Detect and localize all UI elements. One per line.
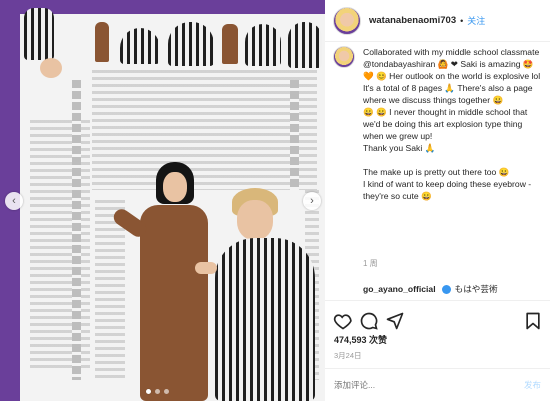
blurred-text-block <box>30 120 90 370</box>
figure-striped-small <box>120 28 160 64</box>
vertical-text <box>290 80 299 190</box>
vertical-text <box>72 80 81 380</box>
blurred-text-block <box>92 70 317 190</box>
blurred-text-block <box>95 200 125 380</box>
share-icon[interactable] <box>385 311 405 331</box>
comment-item: go_ayano_official もはや芸術 <box>363 283 498 295</box>
caption-text: Collaborated with my middle school class… <box>363 47 541 201</box>
username-link[interactable]: watanabenaomi703 <box>369 15 456 26</box>
caption-timestamp[interactable]: 1 周 <box>363 258 378 269</box>
figure-striped-small <box>24 8 54 60</box>
post-side-panel: watanabenaomi703 • 关注 Collaborated with … <box>325 0 550 401</box>
comment-icon[interactable] <box>359 311 379 331</box>
avatar[interactable] <box>333 46 355 68</box>
woman-right-face <box>237 200 273 240</box>
post-comment-button[interactable]: 发布 <box>524 379 541 391</box>
carousel-next-button[interactable]: › <box>303 192 321 210</box>
figure-head-small <box>40 58 62 78</box>
post-media[interactable]: ‹ › <box>0 0 325 401</box>
avatar[interactable] <box>333 6 361 35</box>
figure-striped-small <box>288 22 322 68</box>
woman-left-face <box>163 172 187 202</box>
like-count[interactable]: 474,593 次赞 <box>334 333 387 346</box>
woman-right-striped-dress <box>215 238 315 401</box>
comment-username[interactable]: go_ayano_official <box>363 284 436 294</box>
separator-dot: • <box>460 15 464 26</box>
figure-brown-small <box>95 22 109 62</box>
carousel-indicator <box>146 389 169 394</box>
verified-icon <box>441 284 451 294</box>
bookmark-icon[interactable] <box>523 311 543 331</box>
chevron-left-icon: ‹ <box>12 195 16 207</box>
post-date[interactable]: 3月24日 <box>334 350 362 361</box>
comment-input[interactable] <box>334 380 524 390</box>
comment-text: もはや芸術 <box>454 284 498 294</box>
carousel-prev-button[interactable]: ‹ <box>5 192 23 210</box>
figure-striped-small <box>168 22 214 66</box>
figure-striped-small <box>245 24 281 66</box>
add-comment-bar: 发布 <box>325 368 550 401</box>
woman-right-hand <box>195 262 217 274</box>
caption: Collaborated with my middle school class… <box>333 46 543 202</box>
carousel-dot <box>164 389 169 394</box>
post-header: watanabenaomi703 • 关注 <box>325 0 550 42</box>
chevron-right-icon: › <box>310 195 314 207</box>
figure-brown-small <box>222 24 238 64</box>
woman-left-brown-dress <box>140 205 208 401</box>
carousel-dot <box>146 389 151 394</box>
follow-button[interactable]: 关注 <box>467 14 485 27</box>
heart-icon[interactable] <box>333 311 353 331</box>
carousel-dot <box>155 389 160 394</box>
